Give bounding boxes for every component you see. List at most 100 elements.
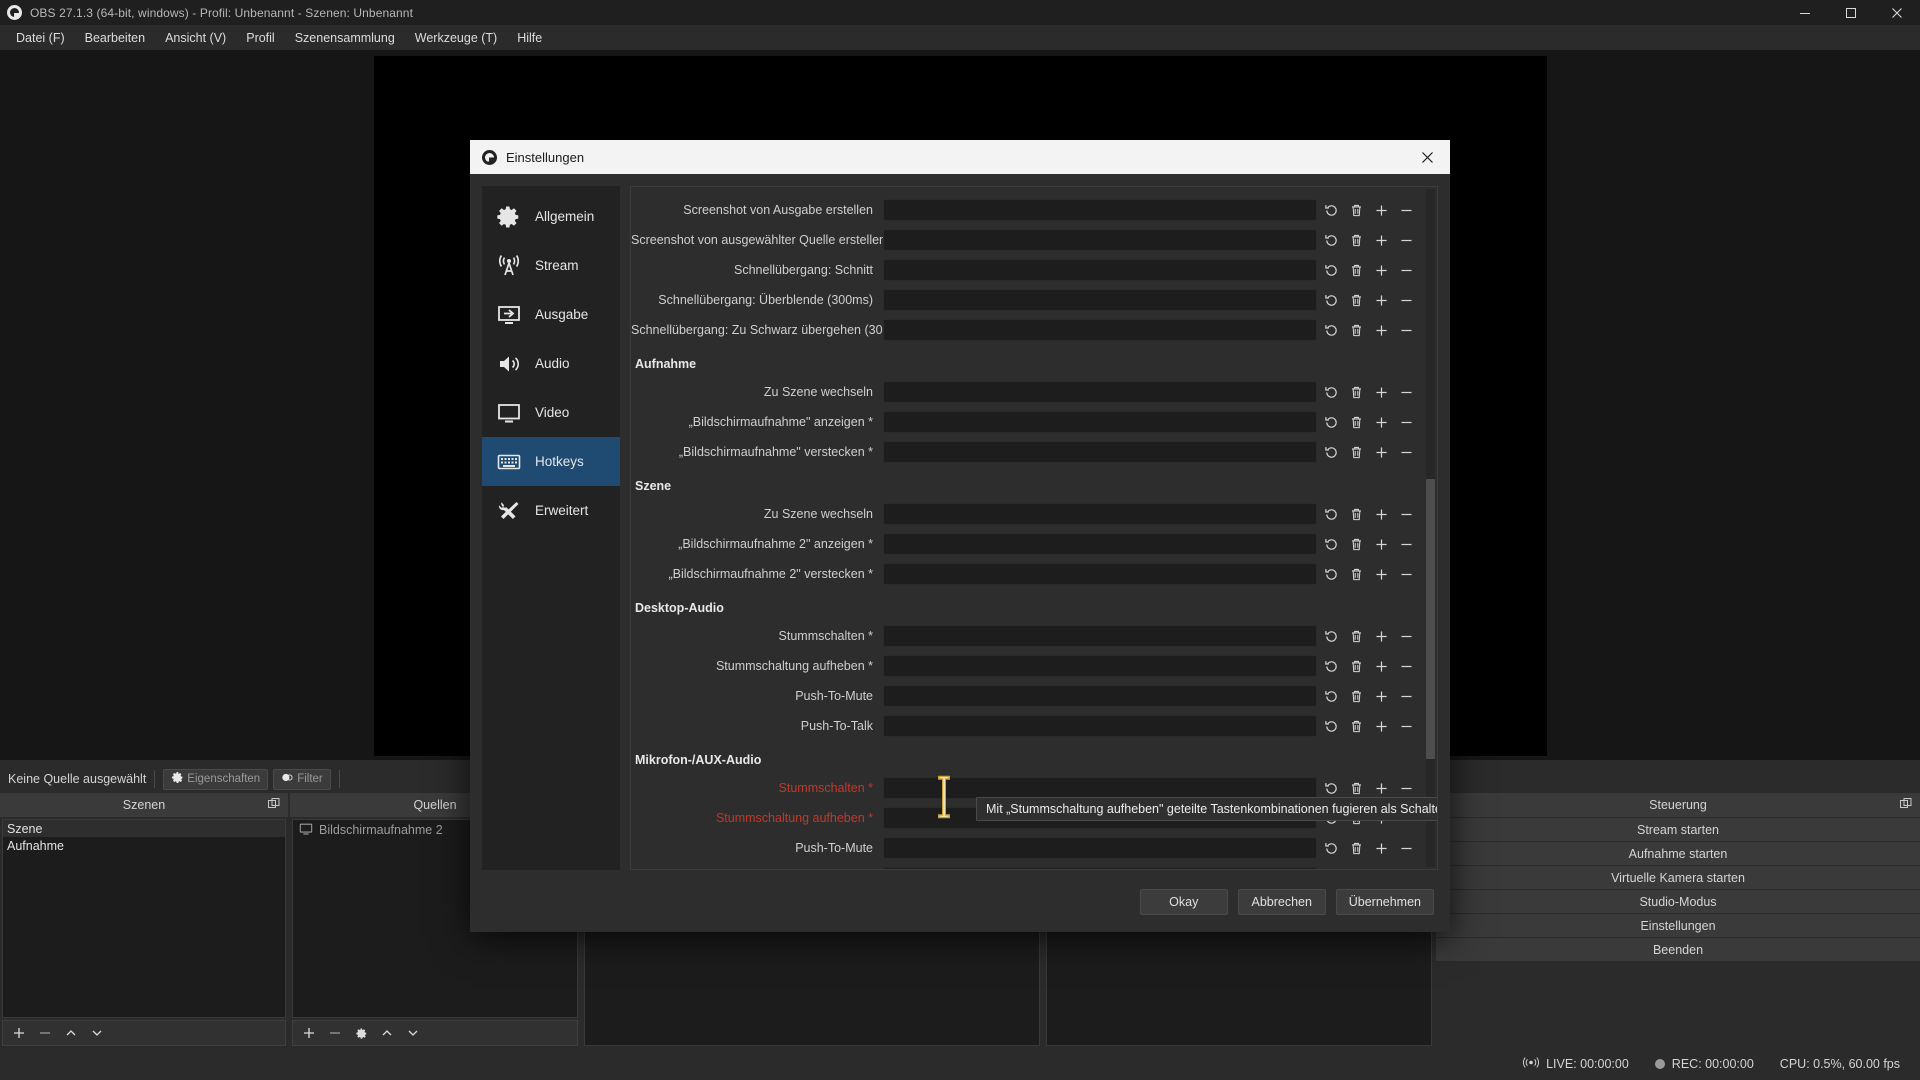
sidebar-item-allgemein[interactable]: Allgemein: [482, 192, 620, 241]
list-item[interactable]: Szene: [3, 820, 285, 837]
filter-button[interactable]: Filter: [273, 768, 331, 790]
plus-icon[interactable]: [1369, 624, 1394, 648]
minus-icon[interactable]: [1394, 380, 1419, 404]
minus-icon[interactable]: [1394, 258, 1419, 282]
trash-icon[interactable]: [1344, 318, 1369, 342]
trash-icon[interactable]: [1344, 228, 1369, 252]
plus-icon[interactable]: [1369, 866, 1394, 869]
menu-hilfe[interactable]: Hilfe: [507, 27, 552, 49]
hotkey-input[interactable]: [883, 381, 1317, 403]
hotkey-input[interactable]: [883, 533, 1317, 555]
revert-icon[interactable]: [1319, 654, 1344, 678]
hotkey-input[interactable]: [883, 319, 1317, 341]
minus-icon[interactable]: [1394, 654, 1419, 678]
hotkey-input[interactable]: [883, 199, 1317, 221]
plus-icon[interactable]: [1369, 654, 1394, 678]
close-icon[interactable]: [1404, 140, 1450, 174]
sidebar-item-stream[interactable]: Stream: [482, 241, 620, 290]
gear-icon[interactable]: [349, 1022, 373, 1044]
plus-icon[interactable]: [1369, 836, 1394, 860]
revert-icon[interactable]: [1319, 714, 1344, 738]
start-stream-button[interactable]: Stream starten: [1436, 817, 1920, 841]
plus-icon[interactable]: [1369, 410, 1394, 434]
hotkey-input[interactable]: [883, 229, 1317, 251]
menu-datei[interactable]: Datei (F): [6, 27, 75, 49]
plus-icon[interactable]: [297, 1022, 321, 1044]
plus-icon[interactable]: [1369, 228, 1394, 252]
minus-icon[interactable]: [1394, 562, 1419, 586]
hotkeys-scrollbar[interactable]: [1426, 189, 1435, 867]
plus-icon[interactable]: [1369, 198, 1394, 222]
revert-icon[interactable]: [1319, 228, 1344, 252]
hotkey-input[interactable]: [883, 503, 1317, 525]
hotkey-input[interactable]: [883, 411, 1317, 433]
revert-icon[interactable]: [1319, 258, 1344, 282]
plus-icon[interactable]: [7, 1022, 31, 1044]
sidebar-item-erweitert[interactable]: Erweitert: [482, 486, 620, 535]
minus-icon[interactable]: [1394, 714, 1419, 738]
minus-icon[interactable]: [1394, 410, 1419, 434]
revert-icon[interactable]: [1319, 532, 1344, 556]
close-icon[interactable]: [1874, 0, 1920, 25]
hotkey-input[interactable]: [883, 715, 1317, 737]
trash-icon[interactable]: [1344, 654, 1369, 678]
chevron-up-icon[interactable]: [59, 1022, 83, 1044]
sidebar-item-hotkeys[interactable]: Hotkeys: [482, 437, 620, 486]
revert-icon[interactable]: [1319, 684, 1344, 708]
plus-icon[interactable]: [1369, 562, 1394, 586]
trash-icon[interactable]: [1344, 198, 1369, 222]
menu-bearbeiten[interactable]: Bearbeiten: [75, 27, 155, 49]
menu-szenensammlung[interactable]: Szenensammlung: [285, 27, 405, 49]
minus-icon[interactable]: [1394, 502, 1419, 526]
minus-icon[interactable]: [1394, 836, 1419, 860]
revert-icon[interactable]: [1319, 380, 1344, 404]
plus-icon[interactable]: [1369, 532, 1394, 556]
minus-icon[interactable]: [1394, 866, 1419, 869]
hotkey-input[interactable]: [883, 685, 1317, 707]
trash-icon[interactable]: [1344, 836, 1369, 860]
hotkey-input[interactable]: [883, 289, 1317, 311]
plus-icon[interactable]: [1369, 318, 1394, 342]
plus-icon[interactable]: [1369, 258, 1394, 282]
menu-werkzeuge[interactable]: Werkzeuge (T): [405, 27, 507, 49]
start-recording-button[interactable]: Aufnahme starten: [1436, 841, 1920, 865]
settings-button[interactable]: Einstellungen: [1436, 913, 1920, 937]
hotkey-input[interactable]: [883, 563, 1317, 585]
minus-icon[interactable]: [1394, 624, 1419, 648]
sidebar-item-video[interactable]: Video: [482, 388, 620, 437]
trash-icon[interactable]: [1344, 532, 1369, 556]
minus-icon[interactable]: [1394, 532, 1419, 556]
hotkey-input[interactable]: [883, 837, 1317, 859]
maximize-icon[interactable]: [1828, 0, 1874, 25]
plus-icon[interactable]: [1369, 288, 1394, 312]
revert-icon[interactable]: [1319, 288, 1344, 312]
revert-icon[interactable]: [1319, 624, 1344, 648]
trash-icon[interactable]: [1344, 562, 1369, 586]
trash-icon[interactable]: [1344, 624, 1369, 648]
list-item[interactable]: Aufnahme: [3, 837, 285, 854]
chevron-up-icon[interactable]: [375, 1022, 399, 1044]
cancel-button[interactable]: Abbrechen: [1237, 889, 1326, 915]
float-window-icon[interactable]: [1900, 798, 1912, 810]
sidebar-item-audio[interactable]: Audio: [482, 339, 620, 388]
plus-icon[interactable]: [1369, 714, 1394, 738]
start-virtual-camera-button[interactable]: Virtuelle Kamera starten: [1436, 865, 1920, 889]
trash-icon[interactable]: [1344, 714, 1369, 738]
menu-profil[interactable]: Profil: [236, 27, 284, 49]
plus-icon[interactable]: [1369, 380, 1394, 404]
chevron-down-icon[interactable]: [401, 1022, 425, 1044]
minus-icon[interactable]: [1394, 198, 1419, 222]
revert-icon[interactable]: [1319, 562, 1344, 586]
hotkey-input[interactable]: [883, 867, 1317, 869]
minus-icon[interactable]: [1394, 684, 1419, 708]
studio-mode-button[interactable]: Studio-Modus: [1436, 889, 1920, 913]
hotkey-input[interactable]: [883, 441, 1317, 463]
trash-icon[interactable]: [1344, 502, 1369, 526]
float-window-icon[interactable]: [268, 798, 280, 810]
revert-icon[interactable]: [1319, 836, 1344, 860]
minimize-icon[interactable]: [1782, 0, 1828, 25]
plus-icon[interactable]: [1369, 440, 1394, 464]
minus-icon[interactable]: [33, 1022, 57, 1044]
trash-icon[interactable]: [1344, 866, 1369, 869]
ok-button[interactable]: Okay: [1139, 889, 1228, 915]
